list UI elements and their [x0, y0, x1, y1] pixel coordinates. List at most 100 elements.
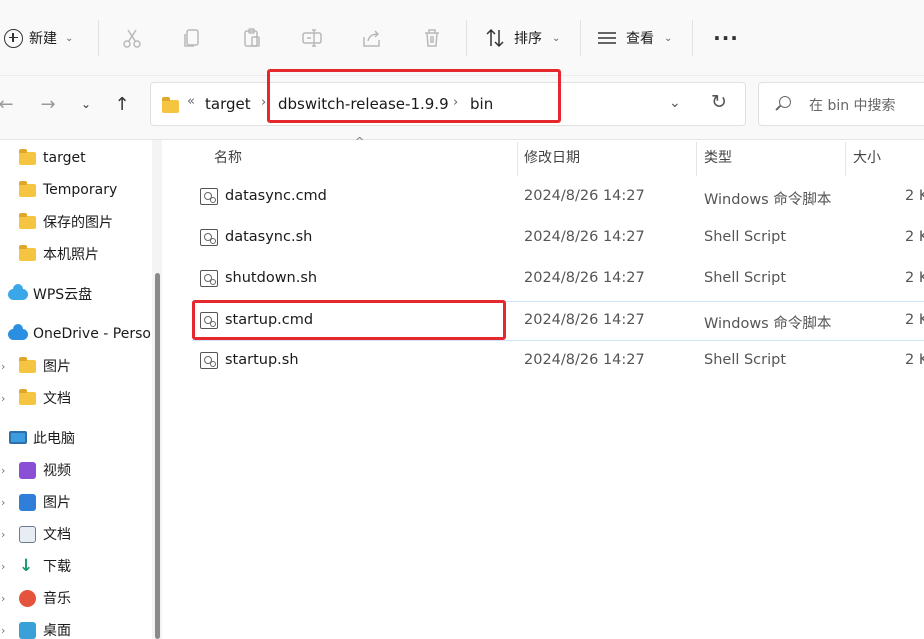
file-name: datasync.sh — [225, 229, 313, 245]
view-list-icon — [598, 32, 616, 44]
column-divider[interactable] — [845, 142, 846, 176]
view-button[interactable]: 查看 ⌄ — [596, 24, 672, 52]
sidebar-item-onedrive-pictures[interactable]: › 图片 — [0, 352, 150, 380]
file-date: 2024/8/26 14:27 — [524, 312, 645, 328]
file-name: datasync.cmd — [225, 188, 327, 204]
new-button[interactable]: 新建 ⌄ — [4, 24, 73, 52]
onedrive-cloud-icon — [8, 324, 28, 340]
chevron-right-icon[interactable]: › — [1, 592, 5, 605]
sidebar-item-label: WPS云盘 — [33, 287, 93, 303]
trash-icon — [425, 29, 439, 47]
folder-icon — [162, 97, 179, 113]
search-icon — [779, 96, 791, 108]
copy-button[interactable] — [178, 24, 206, 52]
column-divider[interactable] — [517, 142, 518, 176]
rename-button[interactable] — [298, 24, 326, 52]
sidebar-item-downloads[interactable]: › ↓ 下载 — [0, 552, 150, 580]
wps-cloud-icon — [8, 284, 28, 300]
annotation-highlight-startup-cmd — [192, 300, 506, 340]
breadcrumb-overflow[interactable]: « — [187, 94, 195, 109]
column-divider[interactable] — [696, 142, 697, 176]
sidebar-item-music[interactable]: › 音乐 — [0, 584, 150, 612]
sidebar-item-label: 文档 — [43, 527, 71, 543]
copy-icon — [184, 29, 199, 47]
chevron-right-icon[interactable]: › — [1, 464, 5, 477]
sidebar-item-onedrive[interactable]: OneDrive - Perso — [0, 320, 150, 348]
file-row-startup-sh[interactable]: startup.sh 2024/8/26 14:27 Shell Script … — [192, 342, 924, 382]
script-file-icon — [200, 352, 218, 369]
toolbar-divider — [580, 20, 581, 56]
chevron-right-icon[interactable]: › — [1, 496, 5, 509]
command-bar: 新建 ⌄ 排序 ⌄ 查看 ⌄ ··· — [0, 0, 924, 76]
address-history-chevron-icon[interactable]: ⌄ — [669, 95, 681, 111]
file-type: Shell Script — [704, 229, 787, 245]
sidebar-item-temporary[interactable]: Temporary — [0, 176, 150, 204]
file-row-shutdown-sh[interactable]: shutdown.sh 2024/8/26 14:27 Shell Script… — [192, 260, 924, 300]
sidebar-item-label: 桌面 — [43, 623, 71, 639]
navigation-pane: target Temporary 保存的图片 本机照片 WPS云盘 OneDri… — [0, 140, 165, 639]
paste-button[interactable] — [238, 24, 266, 52]
sidebar-item-videos[interactable]: › 视频 — [0, 456, 150, 484]
delete-button[interactable] — [418, 24, 446, 52]
column-header-size[interactable]: 大小 — [853, 147, 881, 167]
sidebar-item-documents[interactable]: › 文档 — [0, 520, 150, 548]
recent-locations-button[interactable]: ⌄ — [72, 90, 100, 118]
folder-icon — [19, 149, 36, 165]
sidebar-item-local-photos[interactable]: 本机照片 — [0, 240, 150, 268]
chevron-right-icon[interactable]: › — [1, 624, 5, 637]
music-icon — [19, 590, 36, 607]
sidebar-item-pictures[interactable]: › 图片 — [0, 488, 150, 516]
file-date: 2024/8/26 14:27 — [524, 229, 645, 245]
sidebar-scrollbar-thumb[interactable] — [155, 273, 160, 639]
cut-button[interactable] — [118, 24, 146, 52]
new-button-label: 新建 — [29, 31, 57, 47]
file-date: 2024/8/26 14:27 — [524, 188, 645, 204]
column-header-type[interactable]: 类型 — [704, 147, 732, 167]
sidebar-item-onedrive-documents[interactable]: › 文档 — [0, 384, 150, 412]
sidebar-item-label: 文档 — [43, 391, 71, 407]
search-placeholder: 在 bin 中搜索 — [809, 98, 896, 114]
sort-button[interactable]: 排序 ⌄ — [484, 24, 560, 52]
share-button[interactable] — [358, 24, 386, 52]
breadcrumb-separator[interactable]: › — [261, 95, 266, 110]
download-arrow-icon: ↓ — [19, 556, 34, 576]
video-icon — [19, 462, 36, 479]
chevron-right-icon[interactable]: › — [1, 560, 5, 573]
file-date: 2024/8/26 14:27 — [524, 270, 645, 286]
sort-arrows-icon — [486, 28, 504, 48]
sidebar-item-label: Temporary — [43, 182, 118, 198]
chevron-right-icon[interactable]: › — [1, 360, 5, 373]
file-row-datasync-cmd[interactable]: datasync.cmd 2024/8/26 14:27 Windows 命令脚… — [192, 178, 924, 218]
sidebar-item-saved-pictures[interactable]: 保存的图片 — [0, 208, 150, 236]
more-options-button[interactable]: ··· — [712, 24, 740, 52]
chevron-down-icon: ⌄ — [80, 97, 92, 111]
arrow-left-icon: ← — [0, 93, 14, 115]
chevron-right-icon[interactable]: › — [1, 528, 5, 541]
arrow-right-icon: → — [40, 93, 56, 115]
chevron-down-icon: ⌄ — [65, 32, 74, 44]
search-box[interactable]: 在 bin 中搜索 — [758, 82, 924, 126]
pictures-icon — [19, 494, 36, 511]
sidebar-item-label: 此电脑 — [33, 431, 75, 447]
folder-icon — [19, 357, 36, 373]
back-button[interactable]: ← — [0, 90, 20, 118]
column-header-name[interactable]: 名称 — [214, 147, 242, 167]
file-size: 2 K — [905, 312, 924, 328]
breadcrumb-target[interactable]: target — [205, 95, 251, 113]
file-size: 2 K — [905, 270, 924, 286]
file-row-datasync-sh[interactable]: datasync.sh 2024/8/26 14:27 Shell Script… — [192, 219, 924, 259]
toolbar-divider — [98, 20, 99, 56]
sidebar-item-this-pc[interactable]: 此电脑 — [0, 424, 150, 452]
sidebar-item-desktop[interactable]: › 桌面 — [0, 616, 150, 639]
column-header-date[interactable]: 修改日期 — [524, 147, 580, 167]
up-button[interactable]: ↑ — [108, 90, 136, 118]
sidebar-item-wps-cloud[interactable]: WPS云盘 — [0, 280, 150, 308]
refresh-icon[interactable]: ↻ — [711, 91, 727, 113]
sidebar-item-label: 保存的图片 — [43, 215, 113, 231]
chevron-right-icon[interactable]: › — [1, 392, 5, 405]
sort-ascending-icon: ^ — [355, 135, 365, 148]
sidebar-item-target[interactable]: target — [0, 144, 150, 172]
file-name: startup.sh — [225, 352, 299, 368]
file-date: 2024/8/26 14:27 — [524, 352, 645, 368]
forward-button[interactable]: → — [34, 90, 62, 118]
